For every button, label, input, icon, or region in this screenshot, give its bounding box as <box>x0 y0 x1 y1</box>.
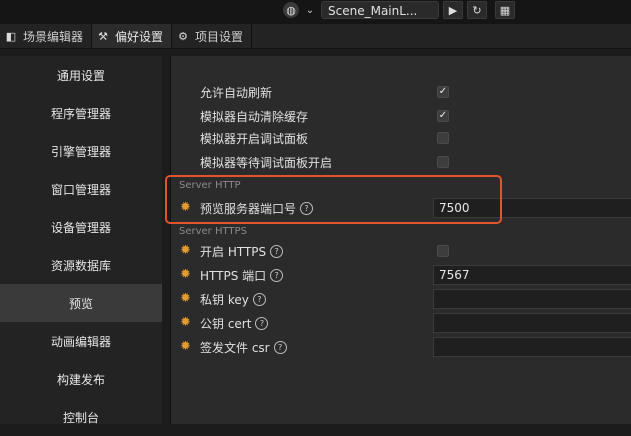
gear-icon: ⚙ <box>178 29 188 43</box>
setting-row: 模拟器自动清除缓存 ✓ <box>171 104 631 128</box>
csr-file-label-text: 签发文件 csr <box>200 340 270 355</box>
help-icon[interactable]: ? <box>270 244 284 258</box>
setting-row: 允许自动刷新 ✓ <box>171 80 631 104</box>
scene-globe-icon[interactable]: ◍ <box>283 2 299 18</box>
preview-settings-panel: 允许自动刷新 ✓ 模拟器自动清除缓存 ✓ 模拟器开启调试面板 模拟器等待调试面板… <box>170 56 631 424</box>
help-icon[interactable]: ? <box>255 316 269 330</box>
sim-wait-debug-checkbox[interactable] <box>437 156 449 168</box>
sidebar-item-window-manager[interactable]: 窗口管理器 <box>0 170 162 208</box>
tab-label: 场景编辑器 <box>23 29 84 44</box>
sidebar-item-build[interactable]: 构建发布 <box>0 360 162 398</box>
highlight-box <box>165 175 502 224</box>
gear-icon: ✹ <box>180 291 191 306</box>
public-cert-input[interactable] <box>433 313 631 333</box>
https-port-label-text: HTTPS 端口 <box>200 268 267 283</box>
https-port-label: HTTPS 端口 ? <box>200 267 284 284</box>
gear-icon: ✹ <box>180 339 191 354</box>
private-key-label-text: 私钥 key <box>200 292 249 307</box>
gear-icon: ✹ <box>180 243 191 258</box>
setting-row: ✹ 私钥 key ? <box>171 287 631 311</box>
wrench-icon: ⚒ <box>98 29 108 43</box>
scene-select[interactable]: Scene_MainL... <box>321 1 439 19</box>
tab-label: 偏好设置 <box>115 29 164 44</box>
setting-row: 模拟器开启调试面板 <box>171 126 631 150</box>
play-icon[interactable]: ▶ <box>443 1 463 19</box>
gear-icon: ✹ <box>180 315 191 330</box>
setting-row: 模拟器等待调试面板开启 <box>171 150 631 174</box>
tab-bar: ◧ 场景编辑器 ⚒ 偏好设置 ⚙ 项目设置 <box>0 24 631 49</box>
sidebar-item-engine-manager[interactable]: 引擎管理器 <box>0 132 162 170</box>
setting-row: ✹ 开启 HTTPS ? <box>171 239 631 263</box>
sim-debug-panel-checkbox[interactable] <box>437 132 449 144</box>
qr-code-icon[interactable]: ▦ <box>495 1 515 19</box>
sim-clear-cache-checkbox[interactable]: ✓ <box>437 110 449 122</box>
sidebar-item-program-manager[interactable]: 程序管理器 <box>0 94 162 132</box>
tab-label: 项目设置 <box>195 29 244 44</box>
public-cert-label-text: 公钥 cert <box>200 316 252 331</box>
setting-row: ✹ 签发文件 csr ? <box>171 335 631 359</box>
private-key-input[interactable] <box>433 289 631 309</box>
help-icon[interactable]: ? <box>270 268 284 282</box>
sidebar-item-general[interactable]: 通用设置 <box>0 56 162 94</box>
enable-https-label-text: 开启 HTTPS <box>200 244 267 259</box>
auto-refresh-checkbox[interactable]: ✓ <box>437 86 449 98</box>
tab-preferences[interactable]: ⚒ 偏好设置 <box>92 24 173 48</box>
sidebar-item-animation-editor[interactable]: 动画编辑器 <box>0 322 162 360</box>
sim-wait-debug-label: 模拟器等待调试面板开启 <box>200 155 333 170</box>
tab-project-settings[interactable]: ⚙ 项目设置 <box>172 24 253 48</box>
sim-debug-panel-label: 模拟器开启调试面板 <box>200 131 309 146</box>
chevron-down-icon[interactable]: ⌄ <box>303 5 317 16</box>
top-toolbar: ◍ ⌄ Scene_MainL... ▶ ↻ ▦ <box>0 0 631 24</box>
enable-https-label: 开启 HTTPS ? <box>200 243 284 260</box>
csr-file-input[interactable] <box>433 337 631 357</box>
sidebar-item-preview[interactable]: 预览 <box>0 284 162 322</box>
sidebar-item-device-manager[interactable]: 设备管理器 <box>0 208 162 246</box>
sidebar-item-console[interactable]: 控制台 <box>0 398 162 436</box>
sidebar-item-asset-db[interactable]: 资源数据库 <box>0 246 162 284</box>
setting-row: ✹ 公钥 cert ? <box>171 311 631 335</box>
help-icon[interactable]: ? <box>273 340 287 354</box>
sim-clear-cache-label: 模拟器自动清除缓存 <box>200 109 309 124</box>
tab-scene-editor[interactable]: ◧ 场景编辑器 <box>0 24 93 48</box>
private-key-label: 私钥 key ? <box>200 291 266 308</box>
help-icon[interactable]: ? <box>252 292 266 306</box>
scene-controls: ◍ ⌄ Scene_MainL... ▶ ↻ ▦ <box>283 0 515 20</box>
setting-row: ✹ HTTPS 端口 ? 7567 <box>171 263 631 287</box>
preferences-sidebar: 通用设置 程序管理器 引擎管理器 窗口管理器 设备管理器 资源数据库 预览 动画… <box>0 56 162 425</box>
https-port-input[interactable]: 7567 <box>433 265 631 285</box>
section-header-https: Server HTTPS <box>179 226 247 237</box>
public-cert-label: 公钥 cert ? <box>200 315 269 332</box>
refresh-icon[interactable]: ↻ <box>467 1 487 19</box>
enable-https-checkbox[interactable] <box>437 245 449 257</box>
gear-icon: ✹ <box>180 267 191 282</box>
scene-editor-icon: ◧ <box>5 29 17 43</box>
auto-refresh-label: 允许自动刷新 <box>200 85 273 100</box>
csr-file-label: 签发文件 csr ? <box>200 339 287 356</box>
